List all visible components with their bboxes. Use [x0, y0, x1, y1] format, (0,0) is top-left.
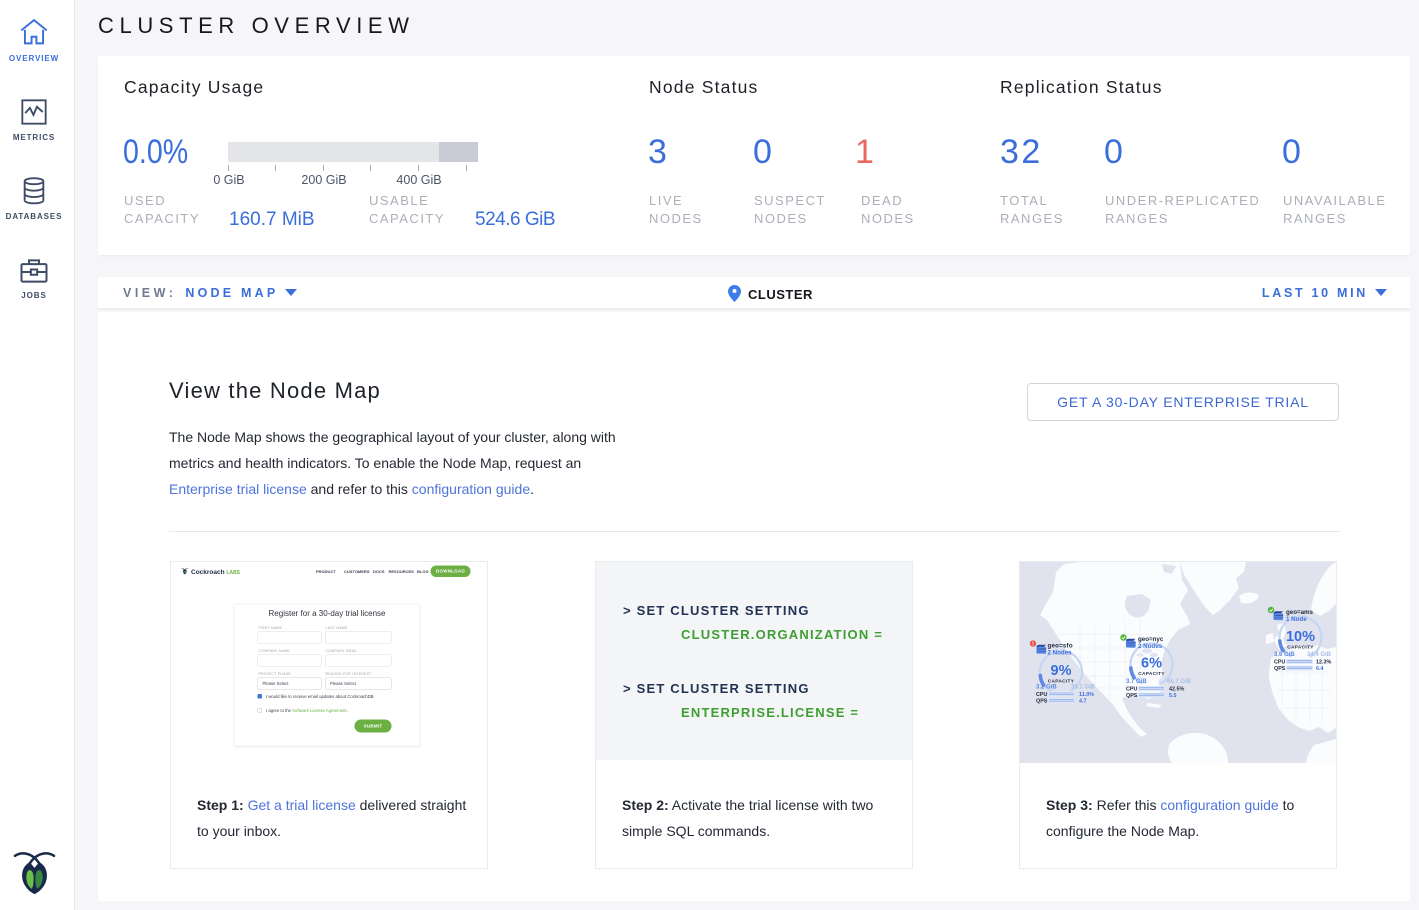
svg-text:QPS: QPS	[1274, 666, 1286, 672]
svg-text:CPU: CPU	[1126, 687, 1137, 693]
svg-text:6.4: 6.4	[1316, 666, 1324, 672]
svg-text:3.6 GiB: 3.6 GiB	[1274, 652, 1295, 658]
svg-text:QPS: QPS	[1036, 699, 1048, 705]
svg-text:34.4 GiB: 34.4 GiB	[1307, 652, 1332, 658]
svg-text:65.7 GiB: 65.7 GiB	[1167, 679, 1192, 685]
svg-text:CPU: CPU	[1036, 692, 1047, 698]
svg-text:12.3%: 12.3%	[1316, 660, 1331, 666]
svg-text:CAPACITY: CAPACITY	[1287, 645, 1314, 651]
svg-text:3.2 GiB: 3.2 GiB	[1036, 685, 1057, 691]
svg-text:CAPACITY: CAPACITY	[1138, 671, 1165, 677]
svg-text:4.7: 4.7	[1079, 699, 1087, 705]
svg-text:10%: 10%	[1286, 629, 1315, 645]
svg-text:2 Nodes: 2 Nodes	[1138, 643, 1163, 650]
svg-text:geo=ams: geo=ams	[1286, 609, 1314, 616]
svg-text:6%: 6%	[1141, 656, 1162, 672]
svg-text:geo=nyc: geo=nyc	[1138, 636, 1164, 643]
svg-text:QPS: QPS	[1126, 693, 1138, 699]
svg-text:CPU: CPU	[1274, 660, 1285, 666]
svg-text:11.0%: 11.0%	[1079, 692, 1094, 698]
svg-text:42.5%: 42.5%	[1169, 687, 1184, 693]
svg-text:2 Nodes: 2 Nodes	[1048, 650, 1073, 657]
svg-text:1 Node: 1 Node	[1286, 616, 1307, 623]
svg-text:5.5: 5.5	[1169, 693, 1177, 699]
svg-text:geo=sfo: geo=sfo	[1048, 643, 1073, 650]
svg-text:35.1 GiB: 35.1 GiB	[1071, 685, 1096, 691]
svg-text:9%: 9%	[1051, 663, 1072, 679]
svg-text:3.7 GiB: 3.7 GiB	[1126, 679, 1147, 685]
